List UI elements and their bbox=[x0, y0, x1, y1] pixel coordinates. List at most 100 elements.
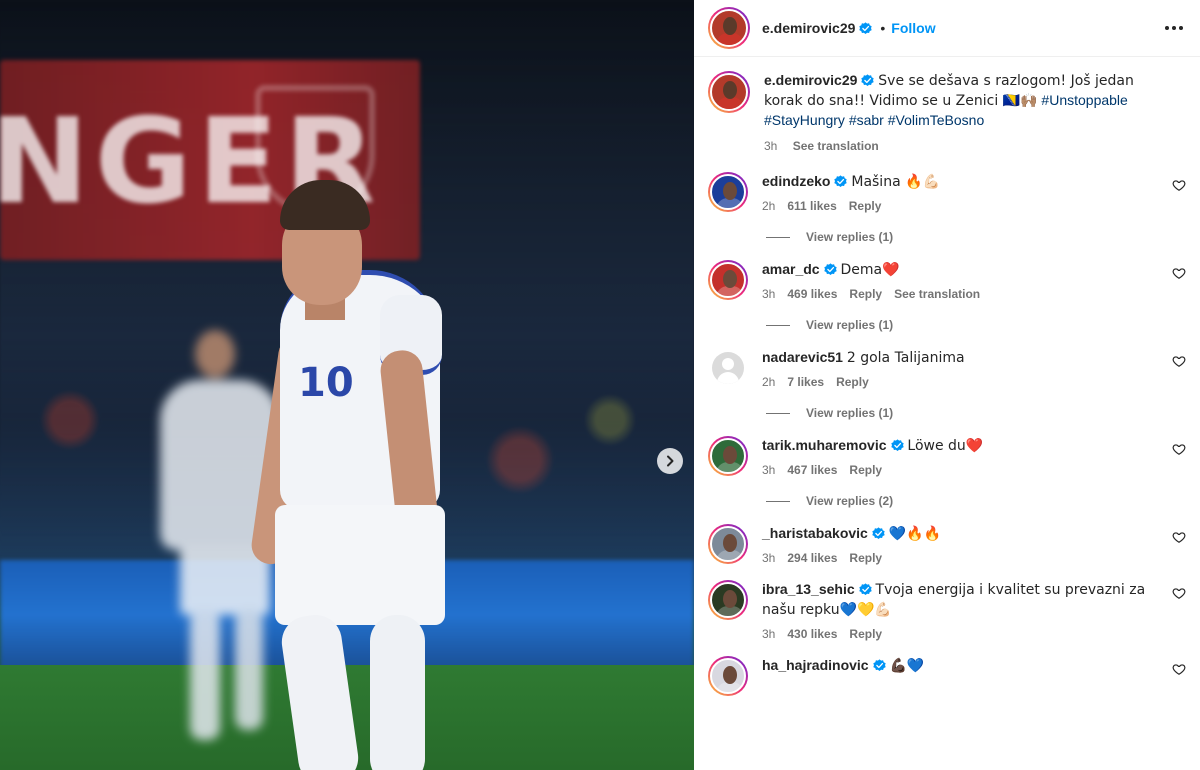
comment-avatar[interactable] bbox=[708, 260, 748, 300]
comment-avatar[interactable] bbox=[708, 436, 748, 476]
follow-button[interactable]: Follow bbox=[891, 20, 935, 36]
caption-username[interactable]: e.demirovic29 bbox=[764, 72, 857, 88]
reply-button[interactable]: Reply bbox=[849, 463, 882, 477]
comment-row: amar_dc Dema❤️ 3h 469 likes Reply See transl… bbox=[708, 260, 1186, 302]
comment-item: amar_dc Dema❤️ 3h 469 likes Reply See transl… bbox=[708, 260, 1186, 332]
comment-item: _haristabakovic 💙🔥🔥 3h 294 likes Reply bbox=[708, 524, 1186, 566]
reply-button[interactable]: Reply bbox=[849, 287, 882, 301]
comment-row: ibra_13_sehic Tvoja energija i kvalitet … bbox=[708, 580, 1186, 642]
caption-time: 3h bbox=[764, 139, 778, 153]
comment-row: tarik.muharemovic Löwe du❤️ 3h 467 likes Re… bbox=[708, 436, 1186, 478]
comment-row: ha_hajradinovic 💪🏿💙 bbox=[708, 656, 1186, 696]
comment-item: edindzeko Mašina 🔥💪🏻 2h 611 likes Reply View… bbox=[708, 172, 1186, 244]
comment-text: Dema❤️ bbox=[840, 262, 900, 278]
comment-username[interactable]: nadarevic51 bbox=[762, 349, 843, 365]
verified-badge-icon bbox=[834, 175, 848, 188]
verified-badge-icon bbox=[872, 659, 886, 672]
comment-row: _haristabakovic 💙🔥🔥 3h 294 likes Reply bbox=[708, 524, 1186, 566]
author-avatar[interactable] bbox=[708, 7, 750, 49]
comment-item: tarik.muharemovic Löwe du❤️ 3h 467 likes Re… bbox=[708, 436, 1186, 508]
comment-item: nadarevic51 2 gola Talijanima 2h 7 likes Re… bbox=[708, 348, 1186, 420]
comment-likes[interactable]: 430 likes bbox=[787, 627, 837, 641]
reply-button[interactable]: Reply bbox=[849, 551, 882, 565]
post-caption: e.demirovic29 Sve se dešava s razlogom! … bbox=[708, 71, 1186, 154]
view-replies-button[interactable]: View replies (1) bbox=[766, 318, 1186, 332]
comment-time: 3h bbox=[762, 551, 776, 565]
hashtag-link[interactable]: #Unstoppable bbox=[1041, 92, 1127, 108]
post-modal: NGER 10 e.demirovic29 • Follow e.demirov… bbox=[0, 0, 1200, 770]
comment-time: 3h bbox=[762, 463, 776, 477]
comment-username[interactable]: ha_hajradinovic bbox=[762, 657, 869, 673]
comments-list: e.demirovic29 Sve se dešava s razlogom! … bbox=[694, 57, 1200, 696]
replies-divider bbox=[766, 412, 790, 414]
comment-avatar[interactable] bbox=[708, 656, 748, 696]
hashtag-link[interactable]: #sabr bbox=[849, 112, 884, 128]
comment-likes[interactable]: 467 likes bbox=[787, 463, 837, 477]
view-replies-label: View replies (2) bbox=[806, 494, 894, 508]
comment-row: edindzeko Mašina 🔥💪🏻 2h 611 likes Reply bbox=[708, 172, 1186, 214]
heart-outline-icon[interactable] bbox=[1172, 442, 1186, 456]
comment-time: 2h bbox=[762, 199, 776, 213]
comment-text: Mašina 🔥💪🏻 bbox=[851, 174, 940, 190]
heart-outline-icon[interactable] bbox=[1172, 530, 1186, 544]
verified-badge-icon bbox=[890, 439, 904, 452]
heart-outline-icon[interactable] bbox=[1172, 266, 1186, 280]
comment-time: 3h bbox=[762, 287, 776, 301]
comment-username[interactable]: tarik.muharemovic bbox=[762, 437, 887, 453]
comment-likes[interactable]: 469 likes bbox=[787, 287, 837, 301]
separator-dot: • bbox=[880, 20, 886, 36]
heart-outline-icon[interactable] bbox=[1172, 354, 1186, 368]
comment-avatar[interactable] bbox=[708, 524, 748, 564]
next-photo-button[interactable] bbox=[657, 448, 683, 474]
chevron-right-icon bbox=[667, 455, 674, 467]
comment-item: ha_hajradinovic 💪🏿💙 bbox=[708, 656, 1186, 696]
reply-button[interactable]: Reply bbox=[836, 375, 869, 389]
hashtag-link[interactable]: #VolimTeBosno bbox=[888, 112, 985, 128]
replies-divider bbox=[766, 236, 790, 238]
view-replies-label: View replies (1) bbox=[806, 318, 894, 332]
comment-time: 2h bbox=[762, 375, 776, 389]
heart-outline-icon[interactable] bbox=[1172, 586, 1186, 600]
verified-badge-icon bbox=[858, 583, 872, 596]
comment-avatar[interactable] bbox=[708, 172, 748, 212]
reply-button[interactable]: Reply bbox=[849, 199, 882, 213]
more-horizontal-icon bbox=[1165, 26, 1183, 30]
view-replies-button[interactable]: View replies (1) bbox=[766, 406, 1186, 420]
verified-badge-icon bbox=[872, 527, 885, 540]
see-translation-link[interactable]: See translation bbox=[894, 287, 980, 301]
comment-text: 2 gola Talijanima bbox=[846, 350, 965, 366]
comment-username[interactable]: amar_dc bbox=[762, 261, 820, 277]
view-replies-button[interactable]: View replies (1) bbox=[766, 230, 1186, 244]
verified-badge-icon bbox=[859, 21, 873, 34]
view-replies-label: View replies (1) bbox=[806, 230, 894, 244]
more-options-button[interactable] bbox=[1162, 18, 1186, 38]
post-photo[interactable]: NGER 10 bbox=[0, 0, 694, 770]
comment-text: 💙🔥🔥 bbox=[888, 526, 942, 542]
author-username[interactable]: e.demirovic29 bbox=[762, 20, 855, 36]
post-side-panel: e.demirovic29 • Follow e.demirovic29 Sve… bbox=[694, 0, 1200, 770]
reply-button[interactable]: Reply bbox=[849, 627, 882, 641]
view-replies-button[interactable]: View replies (2) bbox=[766, 494, 1186, 508]
comment-text: Löwe du❤️ bbox=[907, 438, 984, 454]
comment-likes[interactable]: 7 likes bbox=[787, 375, 824, 389]
heart-outline-icon[interactable] bbox=[1172, 662, 1186, 676]
verified-badge-icon bbox=[861, 74, 875, 87]
view-replies-label: View replies (1) bbox=[806, 406, 894, 420]
comment-username[interactable]: ibra_13_sehic bbox=[762, 581, 855, 597]
see-translation-link[interactable]: See translation bbox=[793, 139, 879, 153]
comment-username[interactable]: _haristabakovic bbox=[762, 525, 868, 541]
replies-divider bbox=[766, 500, 790, 502]
comment-item: ibra_13_sehic Tvoja energija i kvalitet … bbox=[708, 580, 1186, 642]
hashtag-link[interactable]: #StayHungry bbox=[764, 112, 845, 128]
comment-text: 💪🏿💙 bbox=[889, 658, 925, 674]
comment-time: 3h bbox=[762, 627, 776, 641]
heart-outline-icon[interactable] bbox=[1172, 178, 1186, 192]
replies-divider bbox=[766, 324, 790, 326]
comment-avatar[interactable] bbox=[712, 352, 744, 384]
comment-likes[interactable]: 294 likes bbox=[787, 551, 837, 565]
comment-avatar[interactable] bbox=[708, 580, 748, 620]
comment-username[interactable]: edindzeko bbox=[762, 173, 830, 189]
comment-likes[interactable]: 611 likes bbox=[787, 199, 836, 213]
caption-author-avatar[interactable] bbox=[708, 71, 750, 113]
main-player: 10 bbox=[249, 175, 460, 770]
